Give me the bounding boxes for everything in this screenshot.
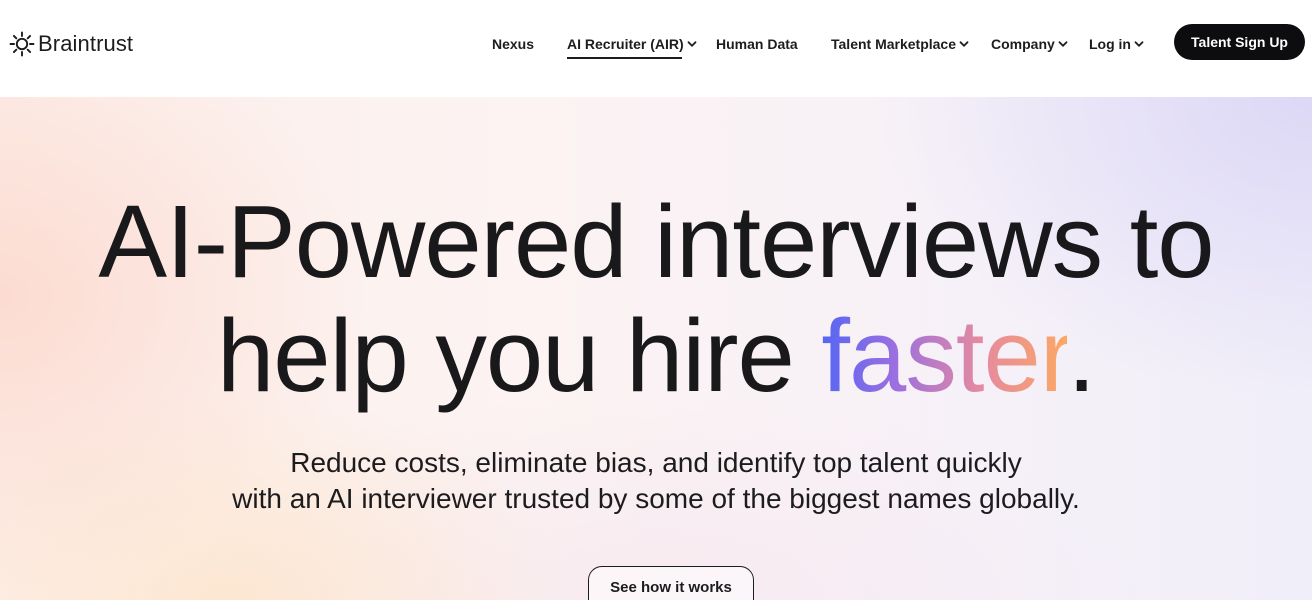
nav-item-talent-marketplace[interactable]: Talent Marketplace	[831, 33, 969, 55]
nav-item-label: AI Recruiter (AIR)	[567, 36, 684, 52]
chevron-down-icon	[687, 41, 697, 47]
nav-item-ai-recruiter[interactable]: AI Recruiter (AIR)	[567, 33, 697, 55]
hero-title-accent: faster	[821, 298, 1068, 413]
hero-section: AI-Powered interviews to help you hire f…	[0, 97, 1312, 600]
hero-title-period: .	[1067, 298, 1096, 413]
chevron-down-icon	[1058, 41, 1068, 47]
hero-title-line2: help you hire	[217, 298, 822, 413]
talent-sign-up-button[interactable]: Talent Sign Up	[1174, 24, 1305, 60]
see-how-it-works-button[interactable]: See how it works	[588, 566, 754, 600]
nav-item-nexus[interactable]: Nexus	[492, 33, 534, 55]
site-header: Braintrust Nexus AI Recruiter (AIR) Huma…	[0, 0, 1312, 97]
nav-item-log-in[interactable]: Log in	[1089, 33, 1144, 55]
sun-gear-icon	[9, 31, 35, 57]
nav-item-label: Talent Marketplace	[831, 36, 957, 52]
nav-item-human-data[interactable]: Human Data	[716, 33, 798, 55]
hero-subtitle: Reduce costs, eliminate bias, and identi…	[0, 445, 1312, 517]
brand-name: Braintrust	[38, 31, 134, 56]
nav-item-label: Human Data	[716, 36, 798, 52]
hero-title: AI-Powered interviews to help you hire f…	[0, 185, 1312, 413]
active-nav-underline	[567, 57, 682, 59]
nav-item-company[interactable]: Company	[991, 33, 1068, 55]
nav-item-label: Nexus	[492, 36, 535, 52]
chevron-down-icon	[1134, 41, 1144, 47]
chevron-down-icon	[959, 41, 969, 47]
hero-title-line1: AI-Powered interviews to	[98, 184, 1214, 299]
hero-subtitle-line2: with an AI interviewer trusted by some o…	[232, 483, 1080, 514]
nav-item-label: Company	[991, 36, 1055, 52]
page: Braintrust Nexus AI Recruiter (AIR) Huma…	[0, 0, 1312, 600]
brand-logo[interactable]: Braintrust	[9, 30, 133, 58]
nav-item-label: Log in	[1089, 36, 1131, 52]
hero-subtitle-line1: Reduce costs, eliminate bias, and identi…	[290, 447, 1022, 478]
